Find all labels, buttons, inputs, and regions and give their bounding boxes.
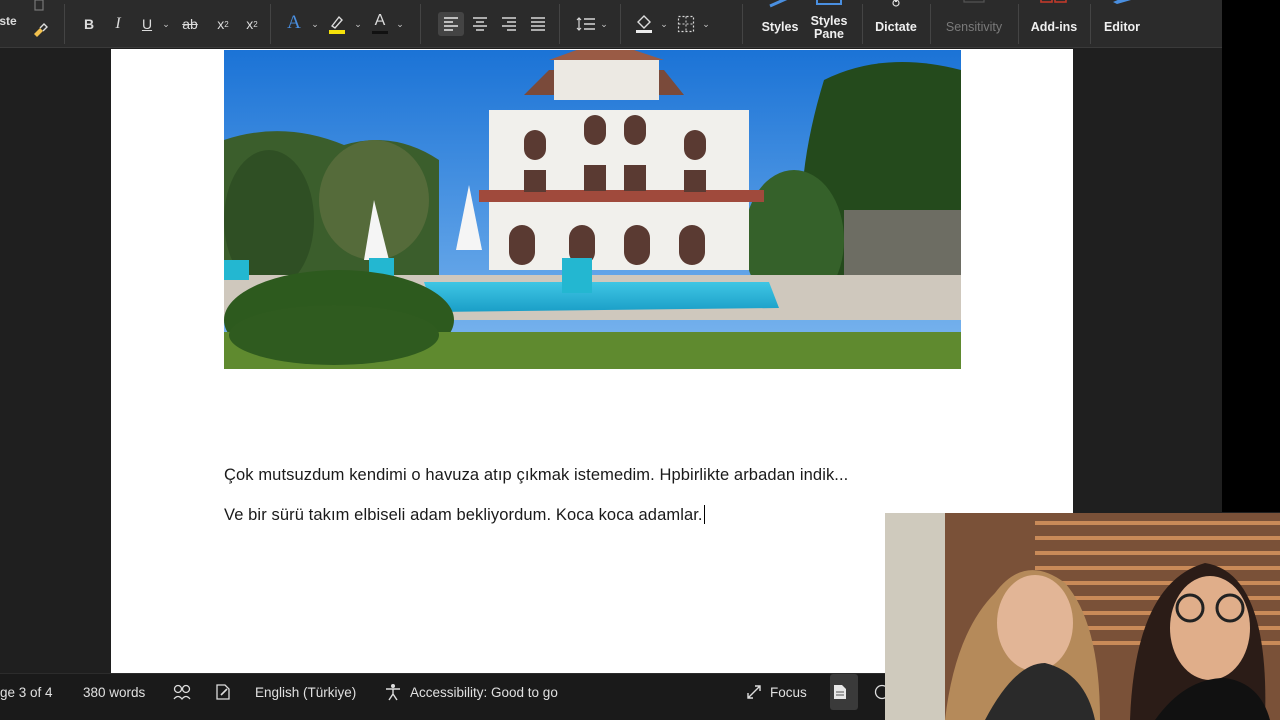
- villa-photo[interactable]: [224, 50, 961, 369]
- sensitivity-label: Sensitivity: [945, 20, 1003, 34]
- italic-button[interactable]: I: [109, 14, 127, 34]
- editor-button[interactable]: Editor: [1100, 0, 1144, 48]
- font-color-dropdown-icon[interactable]: ⌄: [394, 14, 406, 34]
- accessibility-label: Accessibility: Good to go: [410, 684, 558, 700]
- proofing-icon[interactable]: [172, 674, 200, 710]
- dictate-label: Dictate: [875, 20, 917, 34]
- focus-label: Focus: [770, 684, 807, 700]
- align-right-button[interactable]: [497, 12, 521, 36]
- editor-label: Editor: [1103, 20, 1141, 34]
- font-color-letter: A: [374, 11, 386, 29]
- superscript-mark: 2: [253, 19, 258, 29]
- focus-mode-button[interactable]: Focus: [746, 674, 807, 710]
- word-count[interactable]: 380 words: [83, 674, 145, 710]
- print-layout-button[interactable]: [830, 674, 858, 710]
- styles-pane-label-2: Pane: [814, 27, 844, 41]
- styles-button[interactable]: Styles: [756, 0, 804, 48]
- superscript-base: x: [246, 16, 254, 32]
- styles-icon: [769, 0, 788, 8]
- sensitivity-icon: [963, 0, 985, 3]
- subscript-button[interactable]: x2: [212, 14, 234, 34]
- line-spacing-dropdown-icon[interactable]: ⌄: [598, 14, 610, 34]
- underline-button[interactable]: U: [138, 14, 156, 34]
- subscript-mark: 2: [224, 19, 229, 29]
- language-indicator[interactable]: English (Türkiye): [255, 674, 356, 710]
- underline-dropdown-icon[interactable]: ⌄: [160, 14, 172, 34]
- text-effects-dropdown-icon[interactable]: ⌄: [309, 14, 321, 34]
- accessibility-icon: [386, 684, 400, 701]
- right-edge-panel: [1222, 0, 1280, 512]
- align-center-button[interactable]: [468, 12, 492, 36]
- shading-dropdown-icon[interactable]: ⌄: [658, 14, 670, 34]
- bold-button[interactable]: B: [80, 14, 98, 34]
- text-effects-button[interactable]: A: [284, 12, 304, 34]
- borders-dropdown-icon[interactable]: ⌄: [700, 14, 712, 34]
- paragraph-2[interactable]: Ve bir sürü takım elbiseli adam bekliyor…: [224, 505, 705, 525]
- text-cursor: [703, 505, 705, 524]
- line-spacing-button[interactable]: [573, 12, 599, 36]
- styles-pane-button[interactable]: Styles Pane: [806, 0, 852, 48]
- page-icon: [834, 685, 846, 699]
- font-color-button[interactable]: A: [370, 10, 390, 36]
- align-left-button[interactable]: [438, 12, 464, 36]
- justify-button[interactable]: [526, 12, 550, 36]
- borders-button[interactable]: [674, 12, 698, 36]
- microphone-icon: [892, 0, 900, 7]
- addins-icon: [1040, 0, 1067, 3]
- highlight-dropdown-icon[interactable]: ⌄: [352, 14, 364, 34]
- superscript-button[interactable]: x2: [241, 14, 263, 34]
- copy-icon[interactable]: [30, 0, 48, 14]
- highlight-color-button[interactable]: [326, 12, 348, 36]
- paragraph-2-text[interactable]: Ve bir sürü takım elbiseli adam bekliyor…: [224, 506, 703, 524]
- accessibility-status[interactable]: Accessibility: Good to go: [384, 674, 558, 710]
- addins-button[interactable]: Add-ins: [1028, 0, 1080, 48]
- paragraph-1[interactable]: Çok mutsuzdum kendimi o havuza atıp çıkm…: [224, 466, 848, 485]
- subscript-base: x: [217, 16, 225, 32]
- editor-icon: [1113, 0, 1131, 4]
- webcam-overlay: [885, 513, 1280, 720]
- styles-pane-icon: [816, 0, 842, 5]
- shading-button[interactable]: [632, 10, 656, 36]
- strikethrough-button[interactable]: ab: [178, 14, 202, 34]
- paste-button[interactable]: ste: [0, 12, 17, 30]
- track-changes-icon[interactable]: [214, 674, 240, 710]
- villa-photo-graphic: [224, 50, 961, 369]
- addins-label: Add-ins: [1030, 20, 1078, 34]
- styles-label: Styles: [761, 20, 799, 34]
- page-indicator[interactable]: ge 3 of 4: [0, 674, 53, 710]
- ribbon-toolbar: ste B I U ⌄ ab x2 x2 A ⌄ ⌄ A ⌄ ⌄ ⌄ ⌄ Sty…: [0, 0, 1222, 48]
- sensitivity-button[interactable]: Sensitivity: [940, 0, 1008, 48]
- format-painter-icon[interactable]: [30, 20, 50, 42]
- dictate-button[interactable]: Dictate: [870, 0, 922, 48]
- expand-icon: [747, 685, 761, 699]
- font-color-swatch: [372, 30, 388, 34]
- webcam-video-frame: [885, 513, 1280, 720]
